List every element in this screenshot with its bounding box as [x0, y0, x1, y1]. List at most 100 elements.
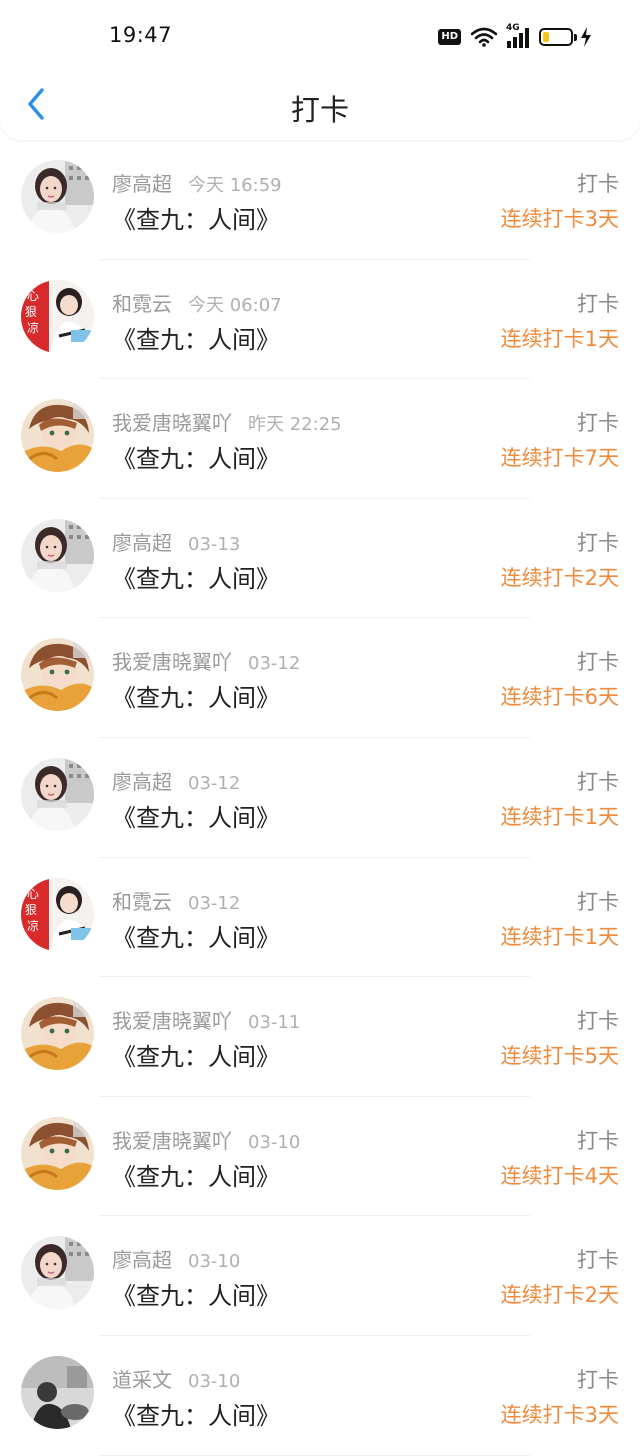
streak-label: 连续打卡5天 [500, 1044, 619, 1069]
user-name[interactable]: 廖高超 [112, 172, 172, 196]
checkin-item[interactable]: 廖高超 03-10 《查九：人间》 打卡连续打卡2天 [0, 1216, 640, 1336]
streak-label: 连续打卡7天 [500, 446, 619, 471]
divider [100, 1454, 530, 1456]
avatar[interactable] [21, 757, 94, 831]
streak-label: 连续打卡1天 [500, 924, 619, 949]
svg-text:狠: 狠 [25, 903, 37, 917]
book-title: 《查九：人间》 [112, 1401, 280, 1430]
charging-bolt-icon [581, 27, 591, 47]
book-title: 《查九：人间》 [112, 564, 280, 593]
checkin-tag: 打卡 [577, 530, 619, 555]
book-title: 《查九：人间》 [112, 923, 280, 952]
network-type-label: 4G [506, 23, 520, 33]
user-name[interactable]: 廖高超 [112, 770, 172, 794]
book-title: 《查九：人间》 [112, 1282, 280, 1311]
avatar[interactable] [21, 1236, 94, 1310]
nav-bar: 打卡 [0, 70, 640, 140]
checkin-time: 今天 06:07 [188, 294, 282, 316]
checkin-time: 今天 16:59 [188, 175, 282, 196]
page-title: 打卡 [290, 93, 349, 127]
checkin-item[interactable]: 廖高超 03-12 《查九：人间》 打卡连续打卡1天 [0, 738, 640, 858]
signal-icon: 4G [506, 23, 529, 48]
checkin-tag: 打卡 [577, 1367, 619, 1392]
user-name[interactable]: 我爱唐晓翼吖 [112, 650, 232, 674]
avatar[interactable] [21, 638, 94, 712]
wifi-icon [471, 27, 497, 47]
svg-text:凉: 凉 [27, 918, 39, 933]
svg-text:凉: 凉 [27, 320, 39, 335]
checkin-tag: 打卡 [577, 650, 619, 675]
checkin-item[interactable]: 道采文 03-10 《查九：人间》 打卡连续打卡3天 [0, 1336, 640, 1456]
user-name[interactable]: 我爱唐晓翼吖 [112, 411, 232, 435]
checkin-time: 03-11 [248, 1012, 301, 1034]
status-icons: HD 4G [438, 23, 592, 50]
checkin-item[interactable]: 廖高超 今天 16:59 《查九：人间》 打卡连续打卡3天 [0, 140, 640, 260]
avatar[interactable] [21, 518, 94, 592]
streak-label: 连续打卡3天 [500, 207, 619, 231]
checkin-tag: 打卡 [577, 172, 619, 196]
svg-text:心: 心 [27, 289, 39, 303]
checkin-time: 03-12 [248, 653, 301, 675]
checkin-item[interactable]: 心狠凉和霓云 03-12 《查九：人间》 打卡 连续打卡1天 [0, 858, 640, 978]
header: 19:47 HD 4G 打卡 [0, 0, 640, 140]
streak-label: 连续打卡2天 [500, 1283, 619, 1308]
user-name[interactable]: 廖高超 [112, 531, 172, 555]
checkin-tag: 打卡 [577, 769, 619, 794]
checkin-tag: 打卡 [577, 889, 619, 914]
user-line: 我爱唐晓翼吖 03-10 [112, 1125, 300, 1154]
checkin-time: 03-10 [188, 1251, 241, 1273]
avatar[interactable] [21, 997, 94, 1071]
user-line: 廖高超 03-12 [112, 766, 240, 795]
streak-label: 连续打卡6天 [500, 685, 619, 710]
checkin-item[interactable]: 我爱唐晓翼吖 03-12 《查九：人间》 打卡连续打卡6天 [0, 618, 640, 738]
user-line: 和霓云 今天 06:07 [112, 288, 282, 317]
user-line: 我爱唐晓翼吖 03-11 [112, 1005, 300, 1034]
checkin-time: 昨天 22:25 [248, 414, 342, 436]
avatar[interactable] [21, 160, 94, 233]
svg-text:狠: 狠 [25, 305, 37, 319]
avatar[interactable] [21, 1355, 94, 1429]
checkin-time: 03-12 [188, 772, 241, 794]
user-name[interactable]: 廖高超 [112, 1248, 172, 1272]
checkin-list: 廖高超 今天 16:59 《查九：人间》 打卡 连续打卡3天心狠凉和霓云 今天 06:07… [0, 140, 640, 1456]
checkin-time: 03-10 [248, 1131, 301, 1153]
hd-badge: HD [438, 29, 461, 45]
streak-label: 连续打卡2天 [500, 565, 619, 590]
book-title: 《查九：人间》 [112, 206, 280, 234]
checkin-item[interactable]: 我爱唐晓翼吖 昨天 22:25 《查九：人间》 打卡连续打卡7天 [0, 379, 640, 499]
checkin-tag: 打卡 [577, 1128, 619, 1153]
user-name[interactable]: 和霓云 [112, 890, 172, 914]
user-line: 我爱唐晓翼吖 03-12 [112, 646, 300, 675]
avatar[interactable] [21, 1116, 94, 1190]
user-line: 道采文 03-10 [112, 1364, 240, 1393]
checkin-item[interactable]: 心狠凉和霓云 今天 06:07 《查九：人间》 打卡 连续打卡1天 [0, 260, 640, 380]
checkin-tag: 打卡 [577, 411, 619, 436]
user-name[interactable]: 我爱唐晓翼吖 [112, 1009, 232, 1033]
book-title: 《查九：人间》 [112, 325, 280, 354]
user-name[interactable]: 我爱唐晓翼吖 [112, 1129, 232, 1153]
status-time: 19:47 [109, 23, 173, 47]
svg-text:心: 心 [27, 887, 39, 901]
checkin-item[interactable]: 廖高超 03-13 《查九：人间》 打卡连续打卡2天 [0, 499, 640, 619]
user-line: 廖高超 03-10 [112, 1244, 240, 1273]
checkin-time: 03-13 [188, 533, 241, 555]
checkin-tag: 打卡 [577, 1009, 619, 1034]
book-title: 《查九：人间》 [112, 684, 280, 713]
checkin-tag: 打卡 [577, 1248, 619, 1273]
user-name[interactable]: 和霓云 [112, 292, 172, 316]
avatar[interactable]: 心狠凉 [21, 877, 94, 951]
avatar[interactable]: 心狠凉 [21, 279, 94, 353]
book-title: 《查九：人间》 [112, 803, 280, 832]
book-title: 《查九：人间》 [112, 445, 280, 474]
user-line: 廖高超 03-13 [112, 527, 240, 556]
checkin-tag: 打卡 [577, 291, 619, 316]
checkin-item[interactable]: 我爱唐晓翼吖 03-11 《查九：人间》 打卡 连续打卡5天 [0, 977, 640, 1097]
user-line: 和霓云 03-12 [112, 886, 240, 915]
streak-label: 连续打卡3天 [500, 1402, 619, 1427]
checkin-item[interactable]: 我爱唐晓翼吖 03-10 《查九：人间》 打卡 连续打卡4天 [0, 1097, 640, 1217]
streak-label: 连续打卡1天 [500, 804, 619, 829]
book-title: 《查九：人间》 [112, 1162, 280, 1191]
avatar[interactable] [21, 399, 94, 473]
user-line: 我爱唐晓翼吖 昨天 22:25 [112, 407, 342, 436]
user-name[interactable]: 道采文 [112, 1368, 172, 1392]
